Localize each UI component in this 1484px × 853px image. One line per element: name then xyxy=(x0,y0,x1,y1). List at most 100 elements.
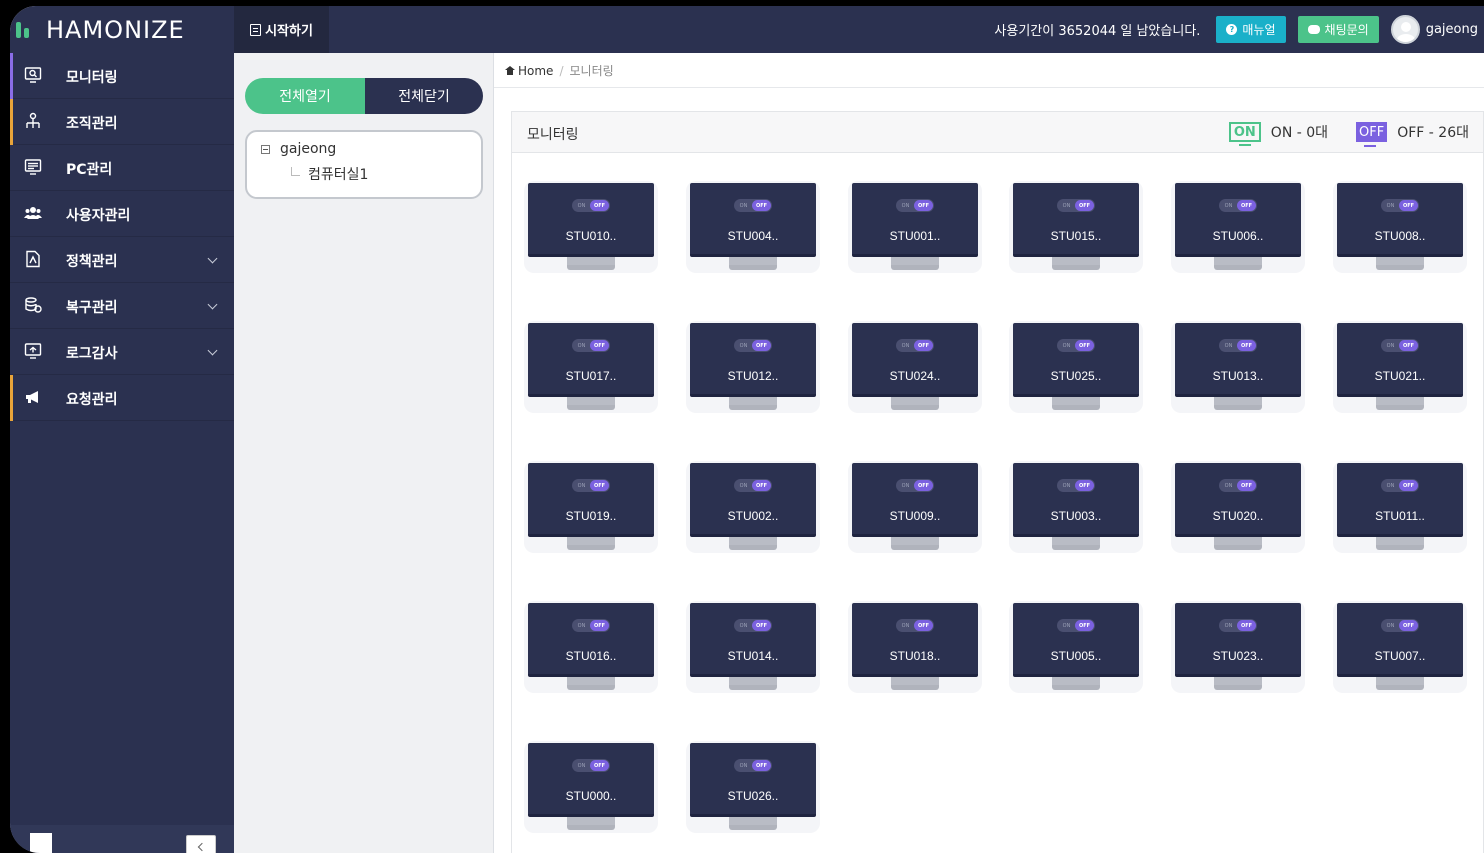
tree-node-child[interactable]: 컴퓨터실1 xyxy=(291,164,368,184)
pc-item[interactable]: ON OFF STU021.. xyxy=(1333,321,1467,413)
pc-item[interactable]: ON OFF STU014.. xyxy=(686,601,820,693)
monitor-base xyxy=(1214,685,1262,690)
monitor-base xyxy=(1052,685,1100,690)
off-legend-icon: OFF xyxy=(1356,122,1388,147)
sidebar-item-1[interactable]: 모니터링 xyxy=(10,53,234,99)
toggle-on-label: ON xyxy=(577,342,586,349)
monitor-base xyxy=(729,405,777,410)
toggle-off-label: OFF xyxy=(1075,340,1094,351)
question-icon: ? xyxy=(1226,24,1238,35)
sidebar-item-2[interactable]: 조직관리 xyxy=(10,99,234,145)
tree-toggle-group: 전체열기 전체닫기 xyxy=(245,78,483,114)
toggle-off-label: OFF xyxy=(1237,340,1256,351)
pc-item[interactable]: ON OFF STU003.. xyxy=(1009,461,1143,553)
breadcrumb-home[interactable]: Home xyxy=(505,64,553,78)
sidebar-item-5[interactable]: 정책관리 xyxy=(10,237,234,283)
pc-item[interactable]: ON OFF STU019.. xyxy=(524,461,658,553)
main-content: Home / 모니터링 모니터링 ON ON - 0대 OFF OFF - 26… xyxy=(494,53,1484,853)
monitor-base xyxy=(1376,265,1424,270)
pc-item[interactable]: ON OFF STU026.. xyxy=(686,741,820,833)
monitor-base xyxy=(1052,545,1100,550)
toggle-off-label: OFF xyxy=(1399,480,1418,491)
toggle-on-label: ON xyxy=(1224,482,1233,489)
pc-name: STU019.. xyxy=(565,509,617,523)
toggle-on-label: ON xyxy=(739,342,748,349)
toggle-off-label: OFF xyxy=(1237,620,1256,631)
org-tree-panel: 전체열기 전체닫기 gajeong 컴퓨터실1 xyxy=(234,53,494,853)
sidebar-item-3[interactable]: PC관리 xyxy=(10,145,234,191)
logo[interactable]: HAMONIZE xyxy=(10,6,233,53)
pc-item[interactable]: ON OFF STU010.. xyxy=(524,181,658,273)
sidebar-item-8[interactable]: 요청관리 xyxy=(10,375,234,421)
pc-item[interactable]: ON OFF STU009.. xyxy=(848,461,982,553)
monitor-icon: ON OFF STU002.. xyxy=(690,463,816,537)
monitor-base xyxy=(729,545,777,550)
toggle-off-label: OFF xyxy=(914,340,933,351)
sidebar-item-7[interactable]: 로그감사 xyxy=(10,329,234,375)
pc-item[interactable]: ON OFF STU024.. xyxy=(848,321,982,413)
pc-item[interactable]: ON OFF STU016.. xyxy=(524,601,658,693)
sidebar-item-label: 사용자관리 xyxy=(66,208,131,224)
on-legend-icon: ON xyxy=(1228,122,1261,146)
breadcrumb-current: 모니터링 xyxy=(569,64,614,78)
pc-item[interactable]: ON OFF STU000.. xyxy=(524,741,658,833)
pc-item[interactable]: ON OFF STU013.. xyxy=(1171,321,1305,413)
app-window: HAMONIZE 시작하기 사용기간이 3652044 일 남았습니다. ? 매… xyxy=(10,6,1484,853)
pc-item[interactable]: ON OFF STU017.. xyxy=(524,321,658,413)
pc-name: STU011.. xyxy=(1375,509,1425,523)
pc-item[interactable]: ON OFF STU023.. xyxy=(1171,601,1305,693)
logo-text: HAMONIZE xyxy=(46,15,185,44)
pc-item[interactable]: ON OFF STU007.. xyxy=(1333,601,1467,693)
manual-button[interactable]: ? 매뉴얼 xyxy=(1216,16,1286,43)
expand-all-button[interactable]: 전체열기 xyxy=(245,78,365,114)
tree-child-label: 컴퓨터실1 xyxy=(308,167,369,183)
toggle-off-label: OFF xyxy=(590,480,609,491)
pc-item[interactable]: ON OFF STU015.. xyxy=(1009,181,1143,273)
top-bar: HAMONIZE 시작하기 사용기간이 3652044 일 남았습니다. ? 매… xyxy=(10,6,1484,53)
monitor-icon: ON OFF STU026.. xyxy=(690,743,816,817)
sidebar-collapse-button[interactable] xyxy=(186,835,216,853)
toggle-off-label: OFF xyxy=(1237,480,1256,491)
pc-item[interactable]: ON OFF STU005.. xyxy=(1009,601,1143,693)
pc-item[interactable]: ON OFF STU025.. xyxy=(1009,321,1143,413)
collapse-node-icon[interactable] xyxy=(261,144,270,154)
pc-item[interactable]: ON OFF STU011.. xyxy=(1333,461,1467,553)
pc-item[interactable]: ON OFF STU004.. xyxy=(686,181,820,273)
monitor-base xyxy=(567,265,615,270)
collapse-all-button[interactable]: 전체닫기 xyxy=(365,78,483,114)
user-menu[interactable]: gajeong xyxy=(1390,15,1478,44)
sidebar-item-accent xyxy=(10,329,13,375)
chat-inquiry-button[interactable]: 채팅문의 xyxy=(1297,16,1379,43)
power-status-toggle: ON OFF xyxy=(1057,339,1095,352)
pc-name: STU003.. xyxy=(1050,509,1102,523)
pc-name: STU017.. xyxy=(565,369,617,383)
pc-item[interactable]: ON OFF STU008.. xyxy=(1333,181,1467,273)
pc-item[interactable]: ON OFF STU001.. xyxy=(848,181,982,273)
sidebar-item-label: 요청관리 xyxy=(66,392,118,408)
tree-root-label: gajeong xyxy=(280,141,337,157)
on-count: ON - 0대 xyxy=(1270,125,1329,141)
pc-item[interactable]: ON OFF STU012.. xyxy=(686,321,820,413)
start-tab[interactable]: 시작하기 xyxy=(234,6,329,53)
sidebar-item-accent xyxy=(10,191,13,237)
pc-item[interactable]: ON OFF STU002.. xyxy=(686,461,820,553)
log-audit-icon xyxy=(24,342,42,360)
sidebar: 모니터링 조직관리 PC관리사용자관리정책관리복구관리로그감사요청관리 xyxy=(10,53,234,853)
sidebar-item-label: 복구관리 xyxy=(66,300,118,316)
tree-node-root[interactable]: gajeong xyxy=(261,141,336,157)
toggle-off-label: OFF xyxy=(1399,620,1418,631)
monitor-icon: ON OFF STU001.. xyxy=(852,183,978,257)
power-status-toggle: ON OFF xyxy=(896,479,934,492)
pc-name: STU025.. xyxy=(1050,369,1102,383)
pc-item[interactable]: ON OFF STU020.. xyxy=(1171,461,1305,553)
power-status-toggle: ON OFF xyxy=(572,759,610,772)
pc-item[interactable]: ON OFF STU018.. xyxy=(848,601,982,693)
pc-name: STU010.. xyxy=(565,229,617,243)
sidebar-item-label: PC관리 xyxy=(66,162,113,178)
sidebar-item-6[interactable]: 복구관리 xyxy=(10,283,234,329)
panel-title: 모니터링 xyxy=(527,127,579,143)
username: gajeong xyxy=(1425,22,1478,37)
pc-item[interactable]: ON OFF STU006.. xyxy=(1171,181,1305,273)
sidebar-item-4[interactable]: 사용자관리 xyxy=(10,191,234,237)
pc-name: STU014.. xyxy=(727,649,779,663)
